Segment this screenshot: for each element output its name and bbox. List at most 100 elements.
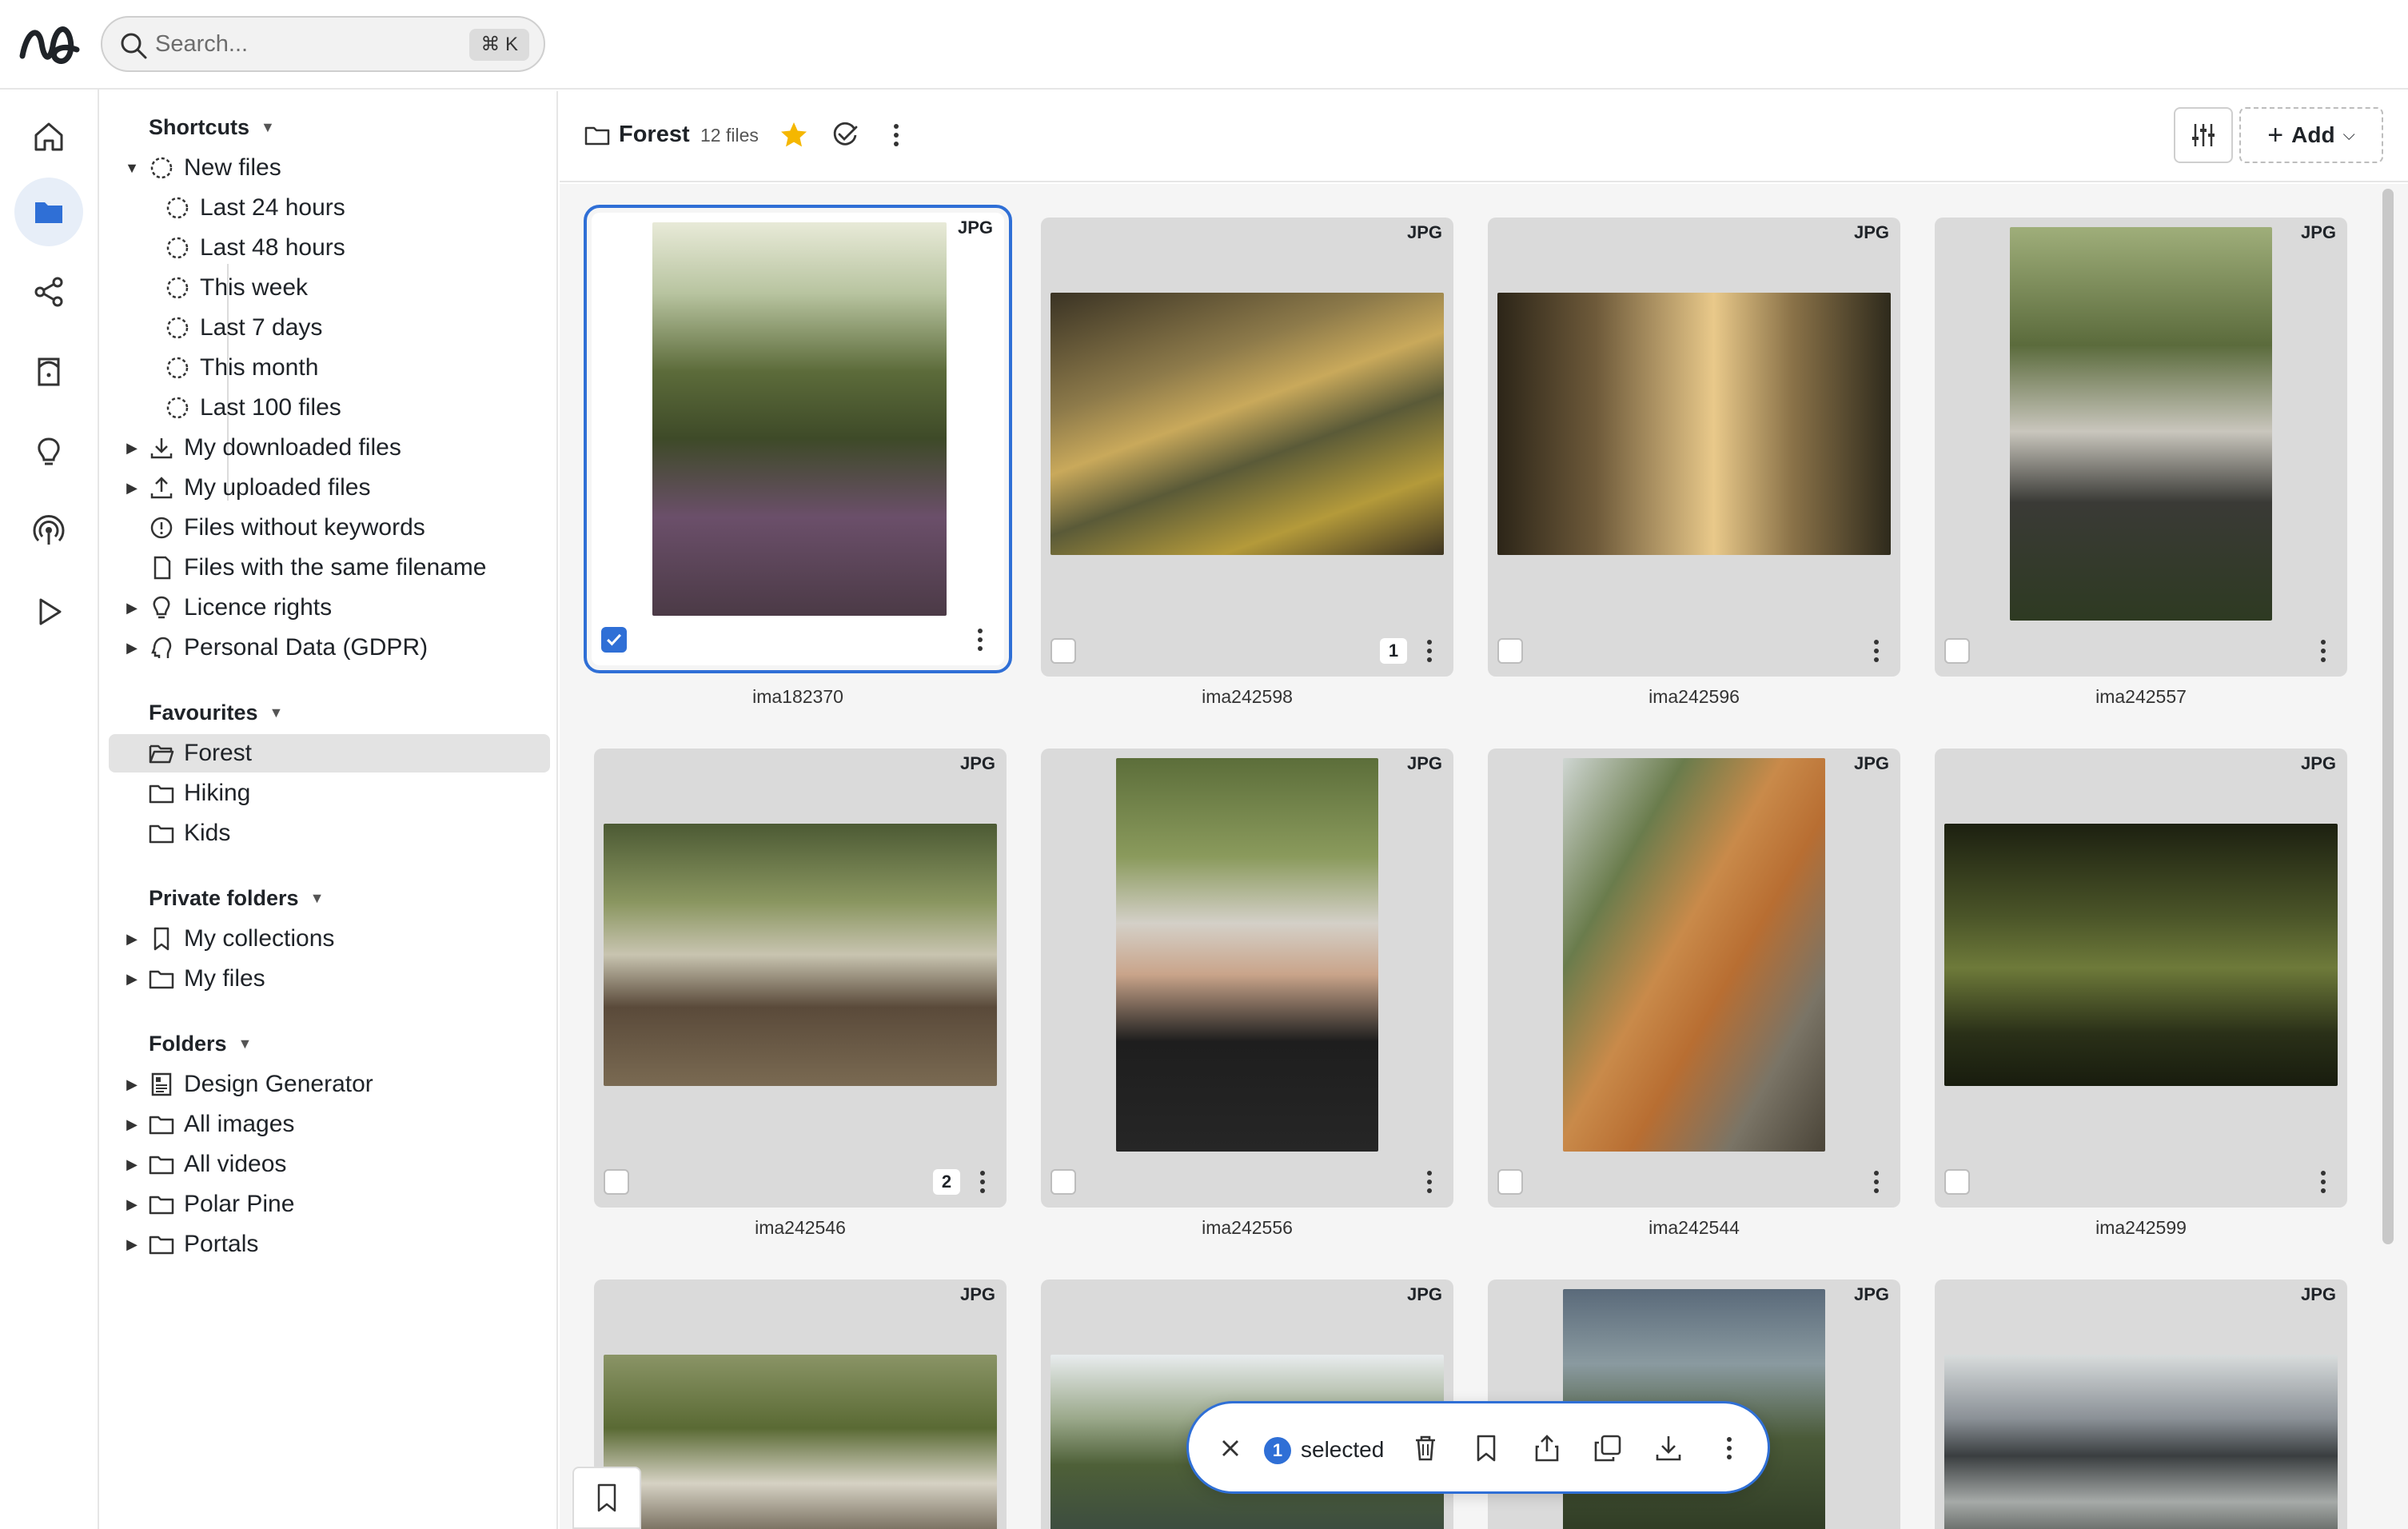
more-vertical-icon[interactable] — [881, 120, 911, 150]
close-icon[interactable] — [1216, 1434, 1245, 1463]
select-checkbox[interactable] — [604, 1169, 629, 1195]
collapsed-caret-icon[interactable]: ▶ — [123, 640, 141, 657]
trash-icon[interactable] — [1409, 1432, 1441, 1464]
select-checkbox[interactable] — [601, 627, 627, 653]
search-box[interactable]: Search... ⌘ K — [101, 16, 545, 72]
download-icon[interactable] — [1653, 1432, 1684, 1464]
image-card[interactable]: JPG — [594, 1279, 1007, 1529]
image-thumbnail[interactable] — [1944, 1355, 2338, 1529]
app-logo[interactable] — [18, 14, 82, 70]
tree-item-kids[interactable]: Kids — [109, 814, 550, 852]
tree-item-this-week[interactable]: This week — [109, 269, 550, 307]
gallery-scrollbar[interactable] — [2382, 184, 2394, 1248]
tree-item-this-month[interactable]: This month — [109, 349, 550, 387]
copy-icon[interactable] — [1592, 1432, 1624, 1464]
expanded-caret-icon[interactable]: ▼ — [123, 160, 141, 177]
image-card[interactable]: JPG — [1041, 749, 1453, 1208]
tree-item-last-7-days[interactable]: Last 7 days — [109, 309, 550, 347]
collapsed-caret-icon[interactable]: ▶ — [123, 600, 141, 617]
more-vertical-icon[interactable] — [967, 625, 993, 654]
add-button[interactable]: + Add ⌵ — [2239, 107, 2383, 163]
more-vertical-icon[interactable] — [970, 1168, 995, 1196]
tree-item-licence-rights[interactable]: ▶ Licence rights — [109, 589, 550, 627]
share-upload-icon[interactable] — [1531, 1432, 1563, 1464]
more-vertical-icon[interactable] — [1713, 1432, 1745, 1464]
image-card[interactable]: JPG 2 — [594, 749, 1007, 1208]
rail-broadcast-button[interactable] — [14, 497, 83, 566]
tree-item-new-files[interactable]: ▼ New files — [109, 149, 550, 187]
tree-item-polar-pine[interactable]: ▶ Polar Pine — [109, 1185, 550, 1224]
more-vertical-icon[interactable] — [1417, 1168, 1442, 1196]
more-vertical-icon[interactable] — [1864, 1168, 1889, 1196]
tree-item-last-48-hours[interactable]: Last 48 hours — [109, 229, 550, 267]
collapsed-caret-icon[interactable]: ▶ — [123, 971, 141, 988]
more-vertical-icon[interactable] — [1417, 637, 1442, 665]
filter-settings-button[interactable] — [2174, 107, 2233, 163]
image-card[interactable]: JPG — [1935, 218, 2347, 677]
tree-item-my-files[interactable]: ▶ My files — [109, 960, 550, 998]
image-thumbnail[interactable] — [2010, 227, 2272, 621]
rail-files-button[interactable] — [14, 178, 83, 246]
favourites-section-header[interactable]: Favourites ▼ — [149, 701, 283, 725]
tree-item-last-100-files[interactable]: Last 100 files — [109, 389, 550, 427]
tree-item-all-videos[interactable]: ▶ All videos — [109, 1145, 550, 1184]
image-card[interactable]: JPG — [1935, 1279, 2347, 1529]
tree-item-files-same-filename[interactable]: Files with the same filename — [109, 549, 550, 587]
image-thumbnail[interactable] — [652, 222, 947, 616]
shortcuts-section-header[interactable]: Shortcuts ▼ — [149, 115, 275, 140]
collapsed-caret-icon[interactable]: ▶ — [123, 1116, 141, 1133]
folders-section-header[interactable]: Folders ▼ — [149, 1032, 252, 1056]
rail-share-button[interactable] — [14, 257, 83, 326]
tree-item-files-without-keywords[interactable]: Files without keywords — [109, 509, 550, 547]
collapsed-caret-icon[interactable]: ▶ — [123, 931, 141, 948]
tree-item-hiking[interactable]: Hiking — [109, 774, 550, 812]
tree-item-my-downloaded-files[interactable]: ▶ My downloaded files — [109, 429, 550, 467]
tree-item-last-24-hours[interactable]: Last 24 hours — [109, 189, 550, 227]
collapsed-caret-icon[interactable]: ▶ — [123, 1156, 141, 1173]
check-circle-icon[interactable] — [830, 120, 860, 150]
collapsed-caret-icon[interactable]: ▶ — [123, 480, 141, 497]
star-icon[interactable] — [779, 120, 809, 150]
more-vertical-icon[interactable] — [1864, 637, 1889, 665]
image-card[interactable]: JPG — [1488, 218, 1900, 677]
private-folders-section-header[interactable]: Private folders ▼ — [149, 886, 324, 911]
rail-play-button[interactable] — [14, 577, 83, 646]
image-card[interactable]: JPG — [1488, 749, 1900, 1208]
select-checkbox[interactable] — [1944, 1169, 1970, 1195]
more-vertical-icon[interactable] — [2310, 1168, 2336, 1196]
tree-item-my-collections[interactable]: ▶ My collections — [109, 920, 550, 958]
select-checkbox[interactable] — [1051, 638, 1076, 664]
image-thumbnail[interactable] — [1563, 758, 1825, 1152]
image-thumbnail[interactable] — [604, 1355, 997, 1529]
image-thumbnail[interactable] — [1944, 824, 2338, 1086]
select-checkbox[interactable] — [1944, 638, 1970, 664]
collapsed-caret-icon[interactable]: ▶ — [123, 1076, 141, 1093]
tree-item-all-images[interactable]: ▶ All images — [109, 1105, 550, 1144]
image-card[interactable]: JPG — [1935, 749, 2347, 1208]
tree-item-portals[interactable]: ▶ Portals — [109, 1225, 550, 1264]
tree-item-my-uploaded-files[interactable]: ▶ My uploaded files — [109, 469, 550, 507]
image-thumbnail[interactable] — [1497, 293, 1891, 555]
tree-item-design-generator[interactable]: ▶ Design Generator — [109, 1065, 550, 1104]
rail-tag-button[interactable] — [14, 337, 83, 406]
image-card[interactable]: JPG 1 — [1041, 218, 1453, 677]
tree-item-forest[interactable]: Forest — [109, 734, 550, 772]
collections-toggle-button[interactable] — [572, 1467, 641, 1529]
rail-ideas-button[interactable] — [14, 417, 83, 486]
select-checkbox[interactable] — [1051, 1169, 1076, 1195]
search-input[interactable]: Search... — [155, 31, 248, 58]
rail-home-button[interactable] — [14, 102, 83, 171]
collapsed-caret-icon[interactable]: ▶ — [123, 440, 141, 457]
select-checkbox[interactable] — [1497, 1169, 1523, 1195]
image-card[interactable]: JPG — [584, 205, 1012, 673]
scrollbar-thumb[interactable] — [2382, 189, 2394, 1244]
collapsed-caret-icon[interactable]: ▶ — [123, 1196, 141, 1213]
select-checkbox[interactable] — [1497, 638, 1523, 664]
collapsed-caret-icon[interactable]: ▶ — [123, 1236, 141, 1253]
tree-item-personal-data-gdpr[interactable]: ▶ Personal Data (GDPR) — [109, 629, 550, 667]
image-thumbnail[interactable] — [1051, 293, 1444, 555]
more-vertical-icon[interactable] — [2310, 637, 2336, 665]
image-thumbnail[interactable] — [604, 824, 997, 1086]
bookmark-icon[interactable] — [1470, 1432, 1502, 1464]
image-thumbnail[interactable] — [1116, 758, 1378, 1152]
